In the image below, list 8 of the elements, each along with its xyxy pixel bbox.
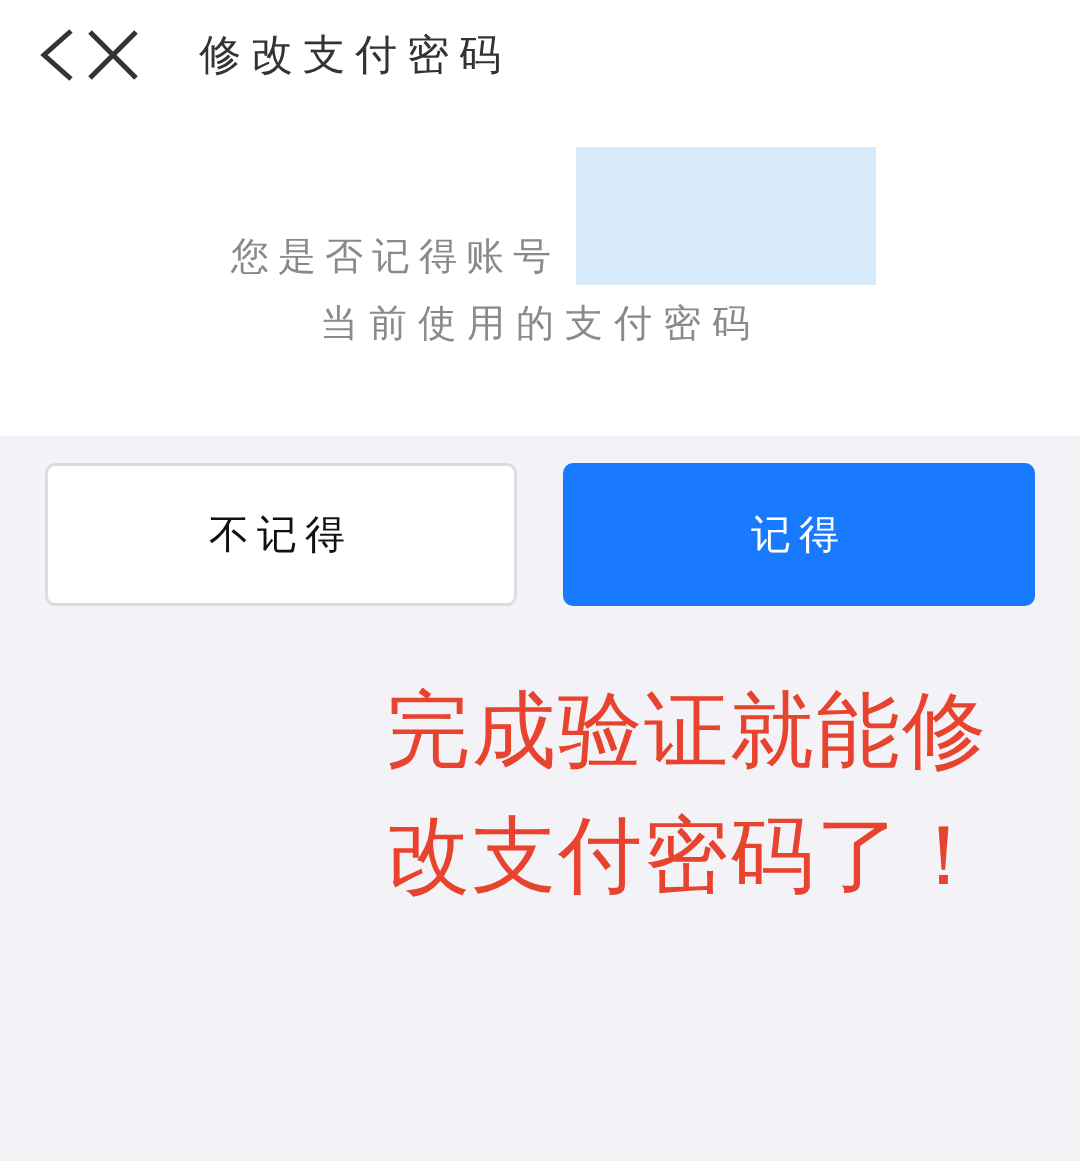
decline-button[interactable]: 不记得 [45,463,517,606]
back-icon[interactable] [40,29,74,81]
page-title: 修改支付密码 [199,29,511,81]
prompt-text: 当前使用的支付密码 [319,300,761,347]
annotation-text: 完成验证就能修改支付密码了！ [386,680,989,906]
prompt-text: 您是否记得账号 [230,232,560,280]
close-icon[interactable] [87,30,139,80]
confirm-button[interactable]: 记得 [563,463,1035,606]
